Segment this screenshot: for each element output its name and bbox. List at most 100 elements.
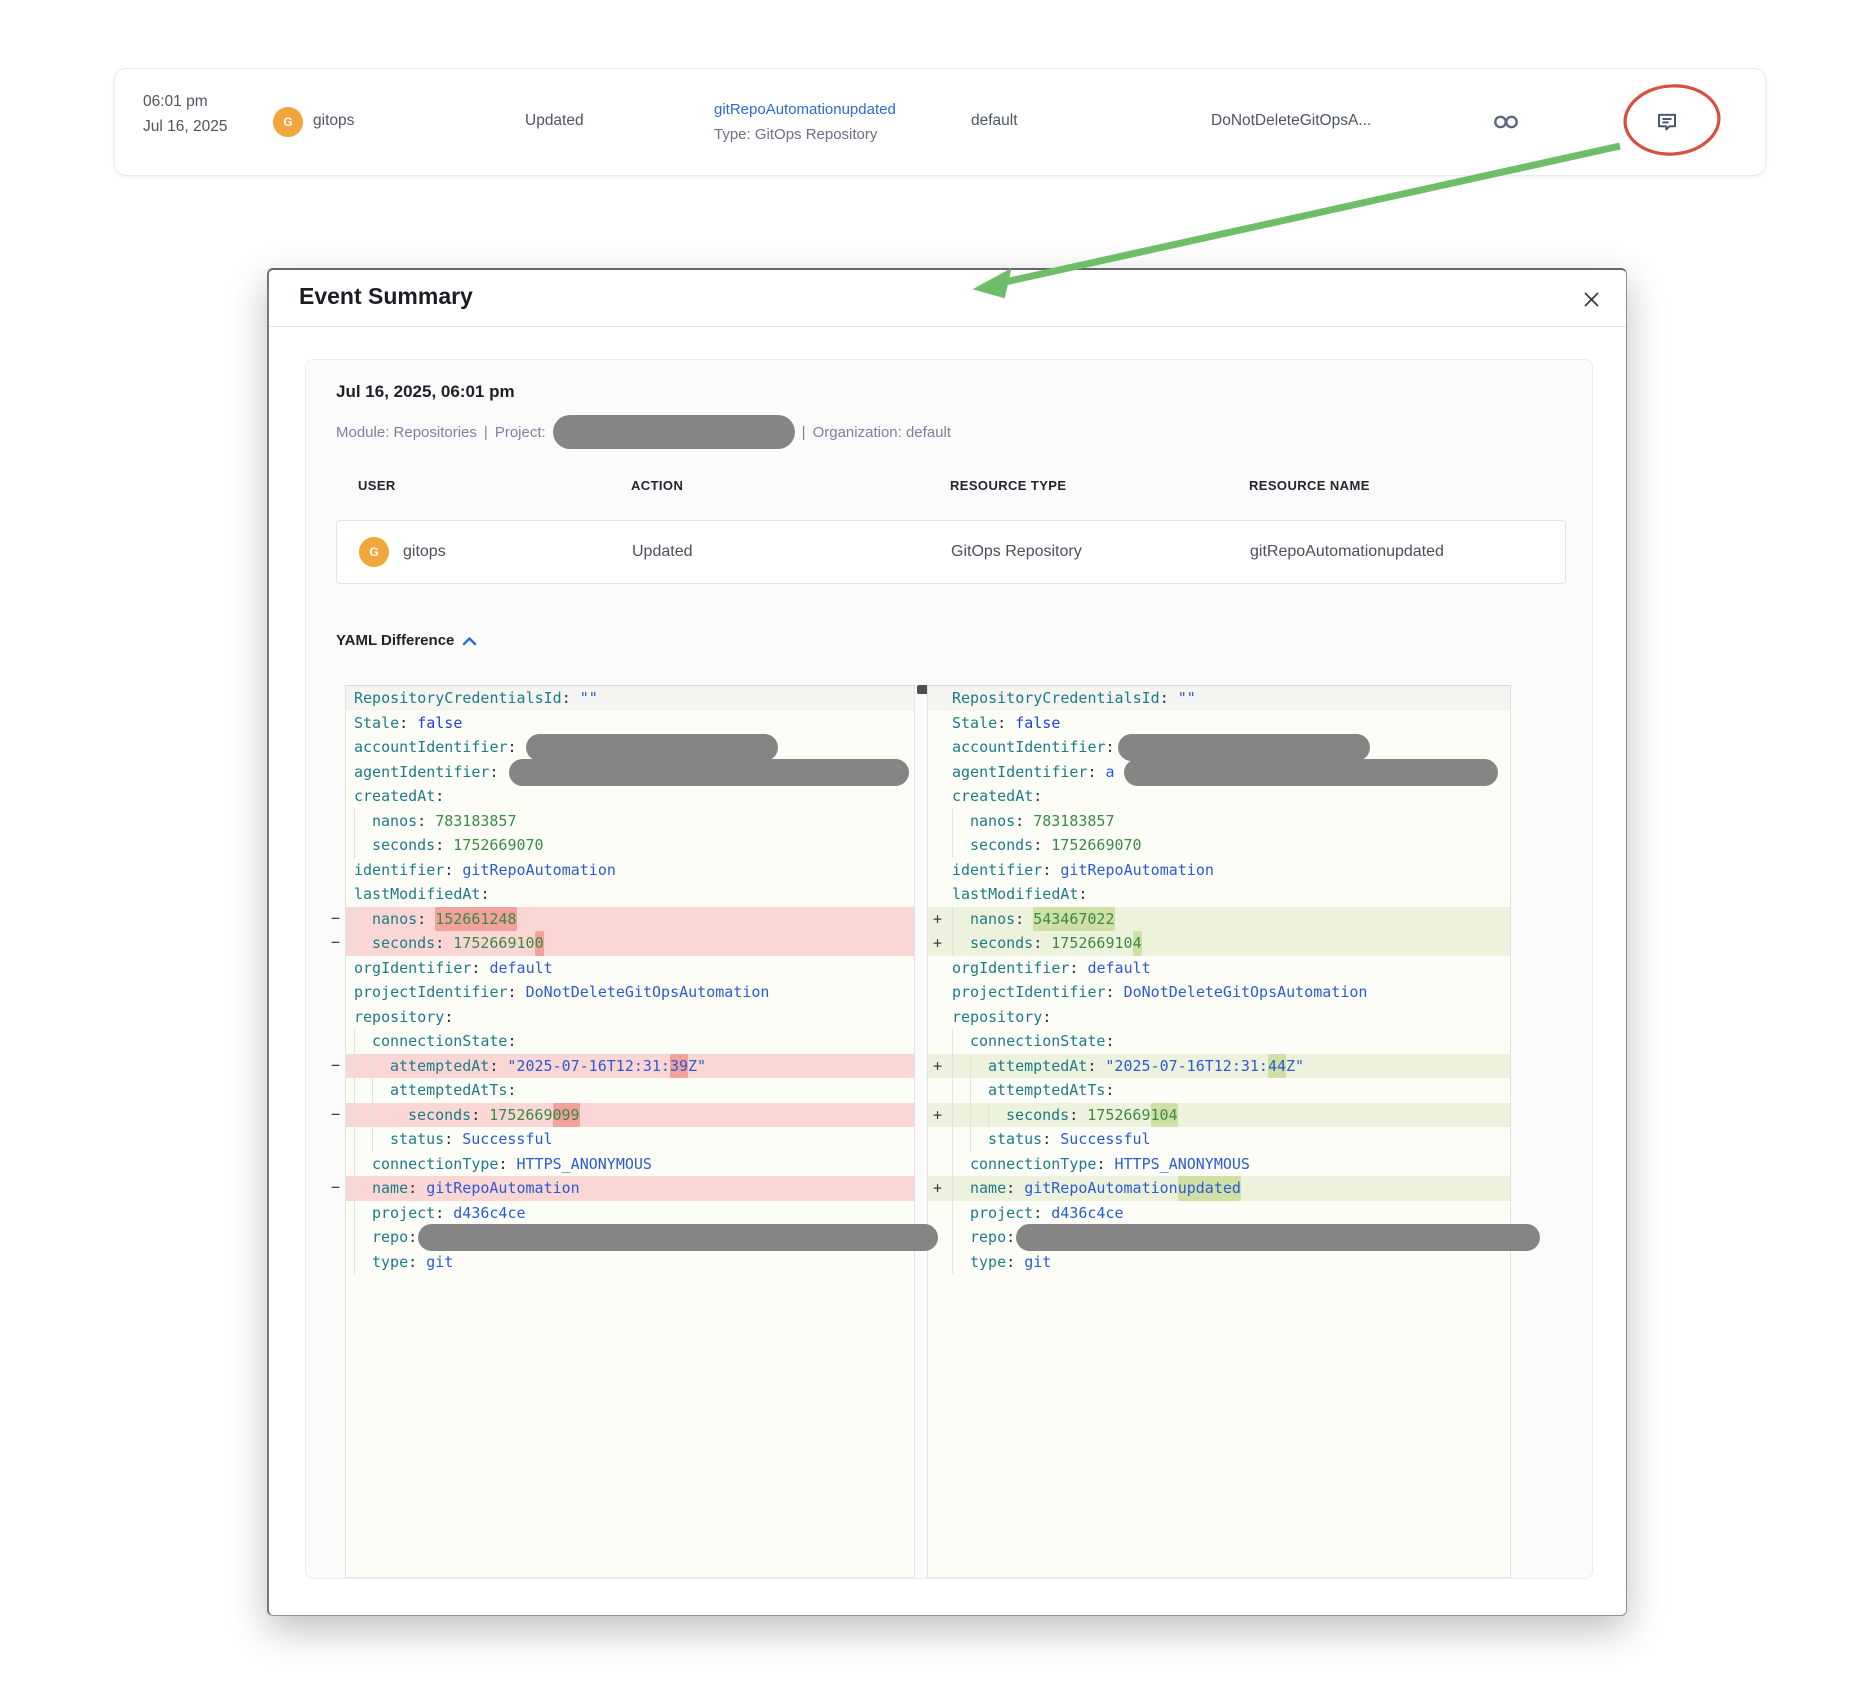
yaml-colon: : (508, 980, 526, 1005)
diff-row: attemptedAt: "2025-07-16T12:31:39Z" (346, 1054, 914, 1079)
yaml-colon: : (1033, 833, 1051, 858)
removed-line-marker: − (331, 906, 345, 931)
yaml-colon: : (471, 1103, 489, 1128)
yaml-key: type (372, 1250, 408, 1275)
yaml-key: agentIdentifier (952, 760, 1087, 785)
resource-link[interactable]: gitRepoAutomationupdated (714, 97, 896, 122)
yaml-value: git (426, 1250, 453, 1275)
redacted-value (509, 759, 909, 786)
diff-overview-ruler (1533, 685, 1569, 1578)
yaml-colon: : (444, 1127, 462, 1152)
yaml-value: 39 (670, 1054, 688, 1079)
link-icon[interactable] (1488, 104, 1524, 140)
yaml-value: 175266910 (453, 931, 534, 956)
col-resource-type: RESOURCE TYPE (950, 478, 1066, 493)
yaml-colon: : (480, 882, 498, 907)
yaml-colon: : (1087, 1054, 1105, 1079)
resource-cell: gitRepoAutomationupdated Type: GitOps Re… (714, 97, 896, 147)
event-detail-card: Jul 16, 2025, 06:01 pm Module: Repositor… (305, 359, 1593, 1579)
diff-row: seconds: 1752669099 (346, 1103, 914, 1128)
diff-row: type: git (928, 1250, 1510, 1275)
diff-row: status: Successful (928, 1127, 1510, 1152)
indent-guide (354, 809, 372, 834)
yaml-colon: : (444, 1005, 462, 1030)
yaml-value: default (489, 956, 552, 981)
diff-row: seconds: 1752669070 (346, 833, 914, 858)
resource-type-line: Type: GitOps Repository (714, 122, 896, 147)
yaml-colon: : (435, 1201, 453, 1226)
diff-row: Stale: false (346, 711, 914, 736)
diff-row: RepositoryCredentialsId: "" (928, 686, 1510, 711)
yaml-value: 152661248 (435, 907, 516, 932)
indent-guide (952, 1176, 970, 1201)
diff-left-pane[interactable]: RepositoryCredentialsId: ""Stale: falsea… (345, 685, 915, 1578)
diff-row: project: d436c4ce (928, 1201, 1510, 1226)
added-line-marker: + (933, 907, 942, 932)
redacted-value (1118, 734, 1370, 761)
diff-row: Stale: false (928, 711, 1510, 736)
yaml-colon: : (997, 711, 1015, 736)
yaml-value: DoNotDeleteGitOpsAutomation (526, 980, 770, 1005)
diff-row: lastModifiedAt: (346, 882, 914, 907)
event-time: 06:01 pm (143, 89, 227, 114)
close-icon[interactable] (1580, 288, 1602, 310)
yaml-value: 543467022 (1033, 907, 1114, 932)
notes-icon[interactable] (1649, 104, 1685, 140)
indent-guide (952, 809, 970, 834)
indent-guide (952, 1078, 988, 1103)
added-line-marker: + (933, 1054, 942, 1079)
user-cell: G gitops (359, 537, 446, 567)
yaml-value: gitRepoAutomation (426, 1176, 580, 1201)
diff-row: orgIdentifier: default (346, 956, 914, 981)
added-line-marker: + (933, 1103, 942, 1128)
yaml-value: DoNotDeleteGitOpsAutomation (1124, 980, 1368, 1005)
diff-row: repository: (928, 1005, 1510, 1030)
yaml-key: nanos (970, 907, 1015, 932)
yaml-colon: : (1105, 1078, 1123, 1103)
avatar: G (273, 107, 303, 137)
yaml-key: type (970, 1250, 1006, 1275)
added-line-marker: + (933, 931, 942, 956)
indent-guide (354, 907, 372, 932)
yaml-key: attemptedAt (390, 1054, 489, 1079)
yaml-value: d436c4ce (1051, 1201, 1123, 1226)
yaml-key: seconds (970, 833, 1033, 858)
yaml-value: "" (580, 686, 598, 711)
diff-row: lastModifiedAt: (928, 882, 1510, 907)
yaml-key: repository (354, 1005, 444, 1030)
diff-row: projectIdentifier: DoNotDeleteGitOpsAuto… (928, 980, 1510, 1005)
yaml-value: 44 (1268, 1054, 1286, 1079)
diff-right-pane[interactable]: RepositoryCredentialsId: ""Stale: false a… (927, 685, 1511, 1578)
yaml-colon: : (1106, 980, 1124, 1005)
yaml-colon: : (1015, 907, 1033, 932)
yaml-colon: : (444, 858, 462, 883)
yaml-key: connectionType (372, 1152, 498, 1177)
yaml-colon: : (1042, 1005, 1060, 1030)
yaml-colon: : (489, 1054, 507, 1079)
indent-guide (952, 1103, 1006, 1128)
audit-log-row[interactable]: 06:01 pm Jul 16, 2025 G gitops Updated g… (114, 68, 1766, 176)
yaml-value: 1752669 (489, 1103, 552, 1128)
indent-guide (354, 1103, 408, 1128)
yaml-colon: : (1078, 882, 1096, 907)
yaml-colon: : (1160, 686, 1178, 711)
diff-row: +seconds: 1752669104 (928, 931, 1510, 956)
yaml-key: connectionState (970, 1029, 1105, 1054)
yaml-value: Z" (688, 1054, 706, 1079)
organization-label: Organization: default (813, 424, 951, 441)
yaml-colon: : (408, 1250, 426, 1275)
yaml-key: attemptedAt (988, 1054, 1087, 1079)
yaml-value: false (417, 711, 462, 736)
yaml-value: 783183857 (435, 809, 516, 834)
diff-row: identifier: gitRepoAutomation (346, 858, 914, 883)
diff-row: accountIdentifier: (346, 735, 914, 760)
yaml-key: repo (372, 1225, 408, 1250)
yaml-value: 1752669070 (453, 833, 543, 858)
yaml-value: default (1087, 956, 1150, 981)
yaml-key: lastModifiedAt (354, 882, 480, 907)
diff-row: nanos: 152661248 (346, 907, 914, 932)
yaml-colon: : (1033, 1201, 1051, 1226)
yaml-key: connectionState (372, 1029, 507, 1054)
yaml-difference-toggle[interactable]: YAML Difference (336, 632, 477, 649)
yaml-key: seconds (1006, 1103, 1069, 1128)
